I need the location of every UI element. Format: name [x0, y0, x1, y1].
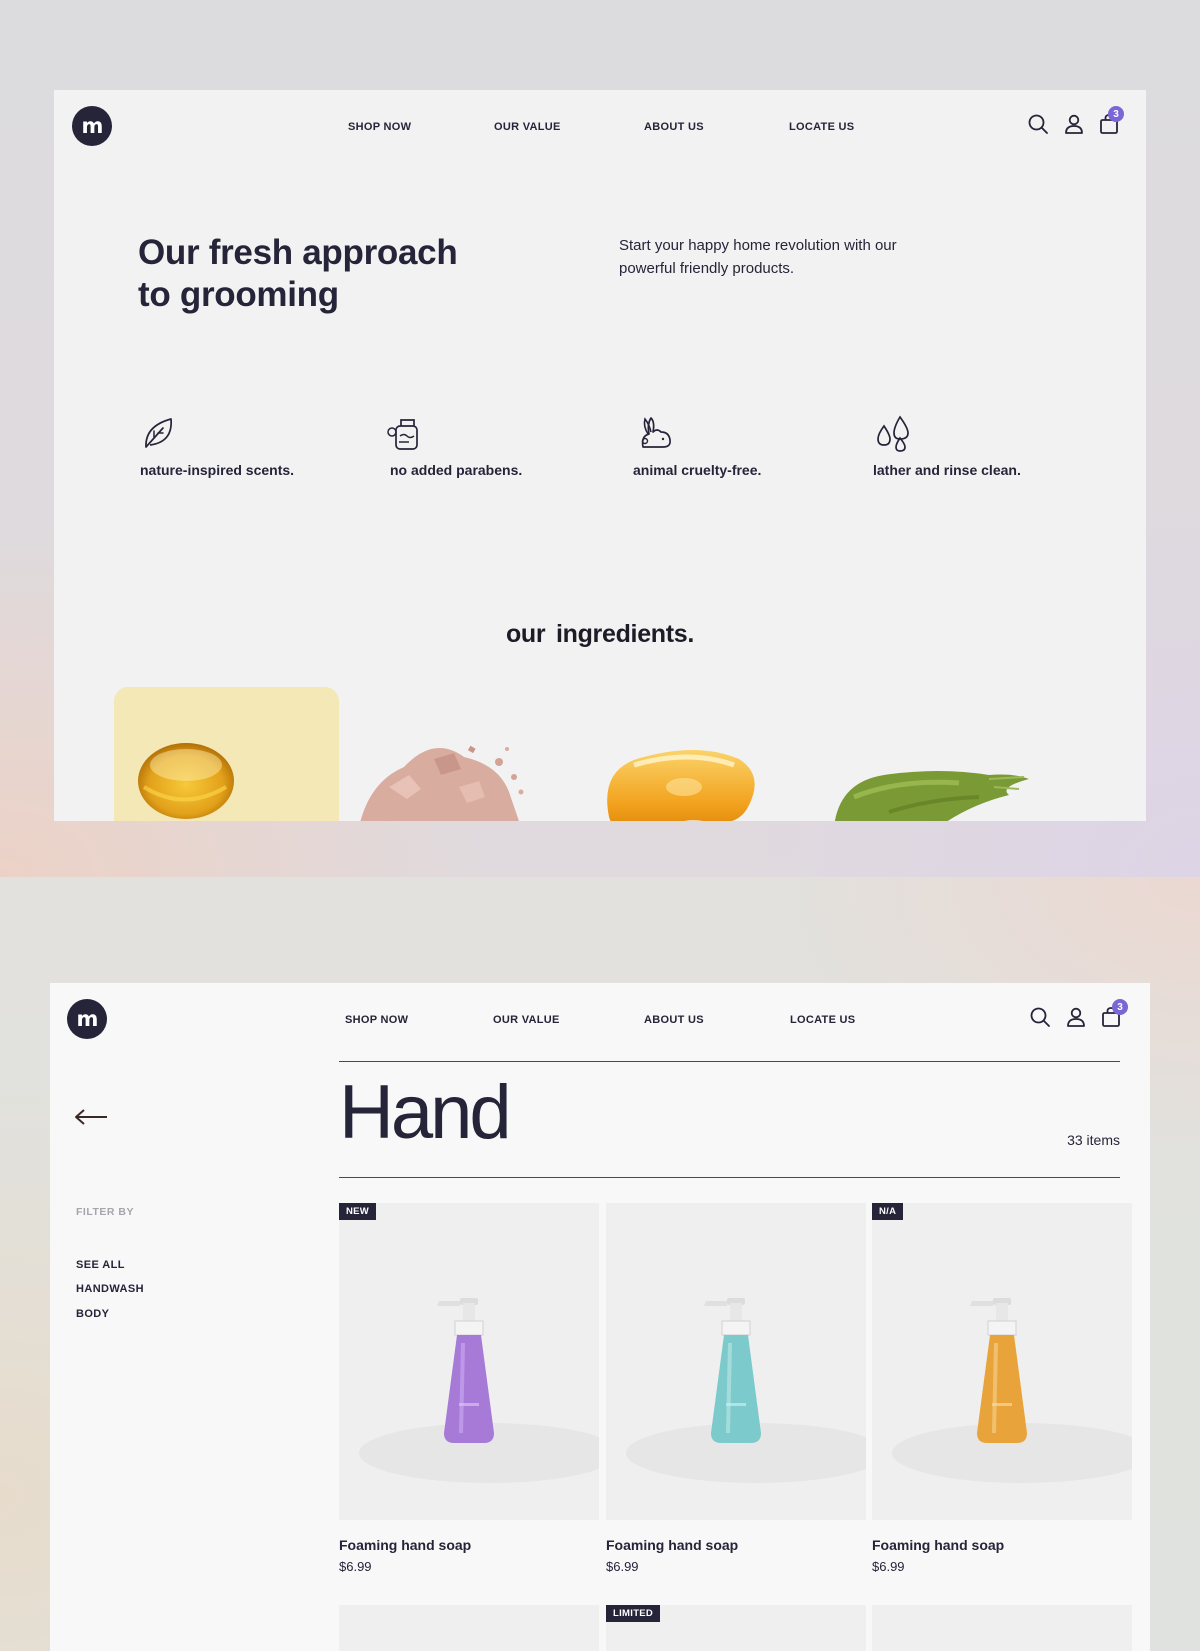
- product-name[interactable]: Foaming hand soap: [606, 1537, 866, 1553]
- product-tag-na: N/A: [872, 1203, 904, 1220]
- feature-label: no added parabens.: [390, 462, 523, 478]
- filter-body[interactable]: BODY: [76, 1308, 109, 1320]
- nav-our-value[interactable]: OUR VALUE: [493, 1010, 560, 1028]
- account-icon[interactable]: [1065, 1006, 1087, 1028]
- nav-about-us[interactable]: ABOUT US: [644, 1010, 704, 1028]
- filter-handwash[interactable]: HANDWASH: [76, 1283, 144, 1295]
- brand-logo[interactable]: m: [67, 999, 107, 1039]
- hero-subtitle: Start your happy home revolution with ou…: [619, 237, 897, 277]
- soap-bottle-amber: [892, 1298, 1132, 1483]
- product-image[interactable]: N/A: [872, 1203, 1132, 1520]
- item-count: 33 items: [1067, 1132, 1120, 1148]
- green-paste-image: [834, 771, 1029, 821]
- product-price: $6.99: [872, 1559, 905, 1574]
- product-card[interactable]: LIMITED: [606, 1605, 866, 1651]
- nav-our-value[interactable]: OUR VALUE: [494, 117, 561, 135]
- account-icon[interactable]: [1063, 113, 1085, 135]
- feature-label: animal cruelty-free.: [633, 462, 762, 478]
- product-card[interactable]: Foaming hand soap $6.99: [606, 1203, 866, 1574]
- nav-shop-now[interactable]: SHOP NOW: [345, 1010, 408, 1028]
- nav-locate-us[interactable]: LOCATE US: [789, 117, 854, 135]
- search-icon[interactable]: [1027, 113, 1049, 135]
- home-page-frame: m SHOP NOW OUR VALUE ABOUT US LOCATE US …: [54, 90, 1146, 821]
- header-divider: [339, 1061, 1120, 1062]
- feature-rinse-clean: lather and rinse clean.: [873, 414, 1093, 478]
- product-price: $6.99: [606, 1559, 639, 1574]
- feature-nature-scents: nature-inspired scents.: [140, 414, 360, 478]
- bottle-icon: [386, 414, 424, 452]
- product-card[interactable]: NEW Foaming hand soap $6.99: [339, 1203, 599, 1574]
- category-title: Hand: [339, 1070, 512, 1155]
- product-image[interactable]: [606, 1203, 866, 1520]
- product-card[interactable]: [339, 1605, 599, 1651]
- feature-label: lather and rinse clean.: [873, 462, 1021, 478]
- back-arrow-icon[interactable]: [74, 1108, 108, 1126]
- honey-image: [607, 750, 755, 821]
- filter-heading: FILTER BY: [76, 1206, 134, 1218]
- hero-title: Our fresh approach to grooming: [138, 233, 458, 314]
- clay-powder-image: [360, 745, 524, 821]
- rabbit-icon: [635, 414, 673, 452]
- title-divider: [339, 1177, 1120, 1178]
- ingredient-card-clay[interactable]: [349, 687, 574, 821]
- cart-count-badge: 3: [1108, 106, 1124, 122]
- soap-bottle-teal: [626, 1298, 866, 1483]
- feature-no-parabens: no added parabens.: [386, 414, 606, 478]
- product-image[interactable]: NEW: [339, 1203, 599, 1520]
- product-price: $6.99: [339, 1559, 372, 1574]
- product-name[interactable]: Foaming hand soap: [872, 1537, 1132, 1553]
- soap-bottle-purple: [359, 1298, 599, 1483]
- oil-drop-image: [138, 743, 234, 819]
- drops-icon: [873, 414, 911, 452]
- leaf-icon: [140, 414, 178, 452]
- product-card[interactable]: N/A Foaming hand soap $6.99: [872, 1203, 1132, 1574]
- product-tag-limited: LIMITED: [606, 1605, 661, 1622]
- product-card[interactable]: [872, 1605, 1132, 1651]
- nav-shop-now[interactable]: SHOP NOW: [348, 117, 411, 135]
- ingredient-card-green[interactable]: [829, 687, 1054, 821]
- category-page-frame: m SHOP NOW OUR VALUE ABOUT US LOCATE US …: [50, 983, 1150, 1651]
- nav-locate-us[interactable]: LOCATE US: [790, 1010, 855, 1028]
- ingredients-title: our ingredients.: [505, 620, 695, 648]
- ingredient-card-honey[interactable]: [589, 687, 814, 821]
- product-tag-new: NEW: [339, 1203, 377, 1220]
- cart-count-badge: 3: [1112, 999, 1128, 1015]
- feature-cruelty-free: animal cruelty-free.: [633, 414, 853, 478]
- filter-see-all[interactable]: SEE ALL: [76, 1259, 125, 1271]
- brand-logo[interactable]: m: [72, 106, 112, 146]
- feature-label: nature-inspired scents.: [140, 462, 295, 478]
- ingredient-card-oil[interactable]: [114, 687, 339, 821]
- search-icon[interactable]: [1029, 1006, 1051, 1028]
- nav-about-us[interactable]: ABOUT US: [644, 117, 704, 135]
- product-name[interactable]: Foaming hand soap: [339, 1537, 599, 1553]
